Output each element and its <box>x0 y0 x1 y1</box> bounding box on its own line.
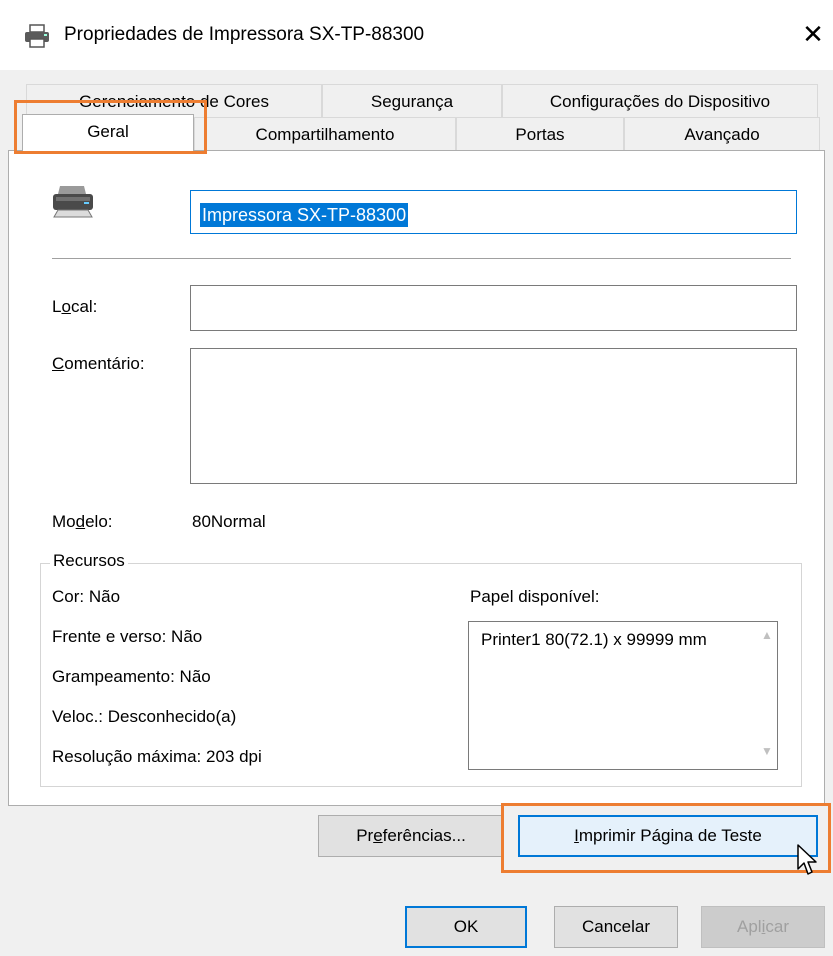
tab-color-management[interactable]: Gerenciamento de Cores <box>26 84 322 118</box>
tab-general[interactable]: Geral <box>22 114 194 152</box>
tab-device-settings[interactable]: Configurações do Dispositivo <box>502 84 818 118</box>
paper-list[interactable]: Printer1 80(72.1) x 99999 mm ▲ ▼ <box>468 621 778 770</box>
list-item[interactable]: Printer1 80(72.1) x 99999 mm <box>481 630 707 650</box>
model-value: 80Normal <box>192 512 266 531</box>
printer-name-value: Impressora SX-TP-88300 <box>200 203 409 227</box>
tab-sharing[interactable]: Compartilhamento <box>194 117 456 151</box>
close-button[interactable]: ✕ <box>797 16 829 52</box>
scroll-down-icon[interactable]: ▼ <box>761 744 773 758</box>
location-field[interactable] <box>190 285 797 331</box>
max-resolution-feature: Resolução máxima: 203 dpi <box>52 747 262 766</box>
model-label: Modelo: <box>52 512 113 531</box>
paper-available-label: Papel disponível: <box>470 587 600 606</box>
comment-field[interactable] <box>190 348 797 484</box>
cancel-button[interactable]: Cancelar <box>554 906 678 948</box>
print-test-page-button[interactable]: Imprimir Página de Teste <box>518 815 818 857</box>
apply-button[interactable]: Aplicar <box>701 906 825 948</box>
window-title: Propriedades de Impressora SX-TP-88300 <box>64 24 425 45</box>
title-bar: Propriedades de Impressora SX-TP-88300 ✕ <box>0 0 833 70</box>
location-label: Local: <box>52 297 98 316</box>
divider <box>52 258 791 259</box>
features-group-title: Recursos <box>50 551 128 571</box>
staple-feature: Grampeamento: Não <box>52 667 211 686</box>
printer-name-input[interactable]: Impressora SX-TP-88300 <box>190 190 797 234</box>
printer-icon <box>53 186 93 218</box>
speed-feature: Veloc.: Desconhecido(a) <box>52 707 237 726</box>
ok-button[interactable]: OK <box>405 906 527 948</box>
tab-advanced[interactable]: Avançado <box>624 117 820 151</box>
duplex-feature: Frente e verso: Não <box>52 627 203 646</box>
arrow-cursor-icon <box>797 844 817 875</box>
tab-security[interactable]: Segurança <box>322 84 502 118</box>
comment-label: Comentário: <box>52 354 145 373</box>
paper-list-scrollbar[interactable]: ▲ ▼ <box>757 622 777 769</box>
preferences-button[interactable]: Preferências... <box>318 815 504 857</box>
scroll-up-icon[interactable]: ▲ <box>761 628 773 642</box>
tab-ports[interactable]: Portas <box>456 117 624 151</box>
color-feature: Cor: Não <box>52 587 121 606</box>
printer-icon <box>25 24 49 48</box>
